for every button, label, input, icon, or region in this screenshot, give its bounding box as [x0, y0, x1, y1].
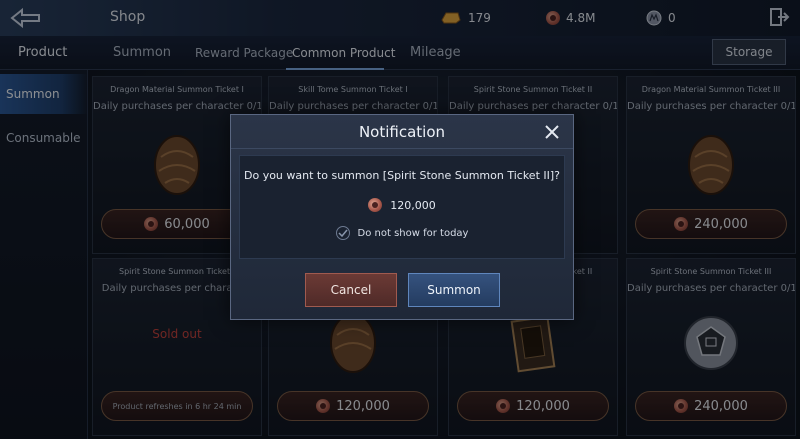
- close-button[interactable]: [541, 121, 563, 143]
- copper-coin-icon: [368, 198, 383, 212]
- summon-cost: 120,000: [240, 198, 564, 212]
- notification-dialog: Notification Do you want to summon [Spir…: [230, 114, 574, 320]
- summon-question: Do you want to summon [Spirit Stone Summ…: [244, 169, 560, 182]
- dialog-header: Notification: [231, 115, 573, 149]
- cost-value: 120,000: [390, 198, 436, 212]
- summon-button[interactable]: Summon: [408, 273, 500, 307]
- dialog-title: Notification: [358, 123, 446, 141]
- dialog-body: Do you want to summon [Spirit Stone Summ…: [239, 155, 565, 259]
- dont-show-label: Do not show for today: [357, 227, 469, 239]
- close-icon: [545, 125, 559, 139]
- check-icon: [338, 229, 348, 238]
- dont-show-today-option[interactable]: Do not show for today: [240, 226, 564, 240]
- shop-screen: Shop 179 4.8M 0 Product Summon Reward Pa…: [0, 0, 800, 439]
- dont-show-checkbox[interactable]: [335, 226, 350, 240]
- cancel-button[interactable]: Cancel: [305, 273, 397, 307]
